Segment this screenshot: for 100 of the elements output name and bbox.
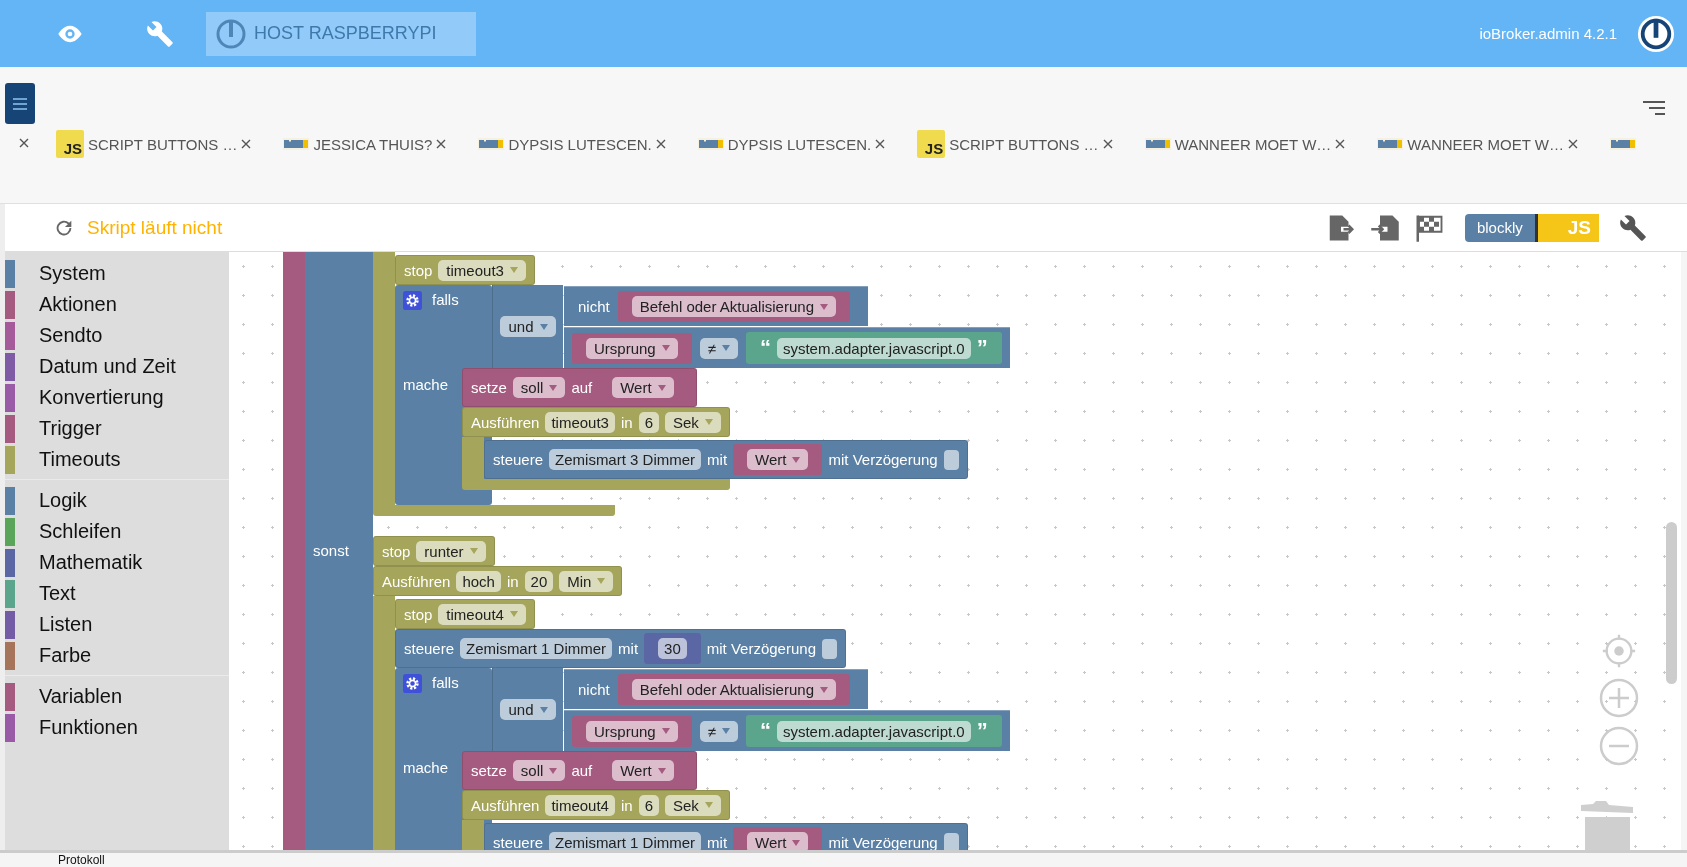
dropdown-field[interactable]: timeout4 <box>438 603 526 625</box>
dropdown-field[interactable]: Sek <box>664 794 721 816</box>
close-icon[interactable] <box>1335 139 1346 149</box>
wrench-icon[interactable] <box>1619 213 1647 242</box>
close-icon[interactable] <box>1567 139 1578 149</box>
script-tab[interactable]: JS SCRIPT BUTTONS … <box>56 130 252 158</box>
dropdown-field[interactable]: und <box>500 316 556 337</box>
close-icon[interactable] <box>19 138 29 148</box>
dropdown-field[interactable]: ≠ <box>699 337 738 359</box>
block-label: stop <box>382 542 411 560</box>
close-icon[interactable] <box>655 139 666 149</box>
checkbox[interactable] <box>943 832 959 850</box>
quote-mark: “ <box>759 337 771 359</box>
logo-icon <box>1637 14 1675 53</box>
script-tab[interactable]: WANNEER MOET W… <box>1144 130 1346 158</box>
text-field[interactable]: timeout4 <box>545 794 615 816</box>
dropdown-field[interactable]: soll <box>512 377 566 398</box>
block-label: auf <box>571 379 593 396</box>
text-field[interactable]: 6 <box>638 411 659 433</box>
category-item[interactable]: Mathematik <box>39 551 143 574</box>
dropdown-field[interactable]: ≠ <box>699 720 738 742</box>
editor-mode-button[interactable]: blockly <box>1464 213 1538 242</box>
puzzle-icon <box>478 138 505 150</box>
gear-icon[interactable] <box>403 291 422 310</box>
block-label: nicht <box>578 298 610 315</box>
close-icon[interactable] <box>1102 139 1113 149</box>
caret-icon <box>509 267 518 273</box>
block-label: in <box>506 572 519 590</box>
category-item[interactable]: Listen <box>39 613 93 636</box>
caret-icon <box>721 345 730 351</box>
menu-icon <box>13 97 27 110</box>
category-item[interactable]: Funktionen <box>39 716 138 739</box>
dropdown-field[interactable]: Ursprung <box>586 337 678 359</box>
dropdown-field[interactable]: runter <box>416 540 486 562</box>
text-field[interactable]: 6 <box>638 794 659 816</box>
block-label: falls <box>432 291 459 308</box>
text-field[interactable]: Zemismart 3 Dimmer <box>549 449 702 470</box>
category-item[interactable]: Text <box>39 582 76 605</box>
text-field[interactable]: system.adapter.javascript.0 <box>776 720 971 742</box>
dropdown-field[interactable]: Wert <box>612 377 674 398</box>
script-tab[interactable]: WANNEER MOET W… <box>1377 130 1578 158</box>
dropdown-field[interactable]: und <box>500 699 556 720</box>
script-tab[interactable]: JS SCRIPT BUTTONS … <box>917 130 1113 158</box>
caret-icon <box>657 384 666 391</box>
category-item[interactable]: System <box>39 262 106 285</box>
text-field[interactable]: hoch <box>456 570 501 592</box>
text-field[interactable]: 30 <box>658 638 687 659</box>
js-icon: JS <box>917 130 946 158</box>
category-item[interactable]: Timeouts <box>39 448 121 471</box>
block-label: falls <box>432 674 459 691</box>
text-field[interactable]: system.adapter.javascript.0 <box>776 337 971 359</box>
category-item[interactable]: Logik <box>39 489 87 512</box>
gear-icon[interactable] <box>403 674 422 693</box>
close-icon[interactable] <box>875 139 886 149</box>
block-label: in <box>620 413 633 431</box>
dropdown-field[interactable]: timeout3 <box>438 259 526 281</box>
dropdown-field[interactable]: Min <box>559 570 614 592</box>
category-item[interactable]: Aktionen <box>39 293 117 316</box>
log-tab[interactable]: Protokoll <box>58 853 105 867</box>
block-label: setze <box>471 379 507 396</box>
caret-icon <box>539 706 548 713</box>
block-label: stop <box>404 605 433 623</box>
category-item[interactable]: Sendto <box>39 324 103 347</box>
scrollbar-thumb[interactable] <box>1666 522 1677 684</box>
close-icon[interactable] <box>241 139 252 149</box>
script-tab[interactable]: JESSICA THUIS? <box>283 130 447 158</box>
dropdown-field[interactable]: soll <box>512 760 566 781</box>
puzzle-icon <box>1144 138 1171 150</box>
dropdown-field[interactable]: Sek <box>664 411 721 433</box>
dropdown-field[interactable]: Wert <box>612 760 674 781</box>
caret-icon <box>597 578 606 584</box>
dropdown-field[interactable]: Wert <box>747 449 809 470</box>
category-item[interactable]: Farbe <box>39 644 92 667</box>
script-tab[interactable]: DYPSIS LUTESCEN. <box>697 130 886 158</box>
caret-icon <box>661 345 670 351</box>
checkbox[interactable] <box>822 638 837 659</box>
puzzle-icon <box>1609 138 1636 150</box>
text-field[interactable]: Zemismart 1 Dimmer <box>460 638 613 659</box>
category-item[interactable]: Datum und Zeit <box>39 355 176 378</box>
close-icon[interactable] <box>436 139 447 149</box>
text-field[interactable]: timeout3 <box>545 411 615 433</box>
category-item[interactable]: Konvertierung <box>39 386 164 409</box>
block-label: mache <box>403 759 449 776</box>
checkbox[interactable] <box>943 449 959 470</box>
block-label: in <box>620 796 633 814</box>
category-item[interactable]: Variablen <box>39 685 123 708</box>
js-icon: JS <box>56 130 84 158</box>
caret-icon <box>819 303 828 310</box>
block-label: stop <box>404 261 433 279</box>
menu-button[interactable] <box>5 83 35 124</box>
script-tab[interactable]: DYPSIS LUTESCEN. <box>478 130 666 158</box>
category-item[interactable]: Trigger <box>39 417 102 440</box>
dropdown-field[interactable]: Befehl oder Aktualisierung <box>631 296 836 317</box>
dropdown-field[interactable]: Befehl oder Aktualisierung <box>631 679 836 700</box>
caret-icon <box>657 767 666 774</box>
block-label: mache <box>403 376 449 393</box>
category-item[interactable]: Schleifen <box>39 520 122 543</box>
text-field[interactable]: 20 <box>524 570 554 592</box>
sort-icon[interactable] <box>1643 101 1665 115</box>
dropdown-field[interactable]: Ursprung <box>586 720 678 742</box>
